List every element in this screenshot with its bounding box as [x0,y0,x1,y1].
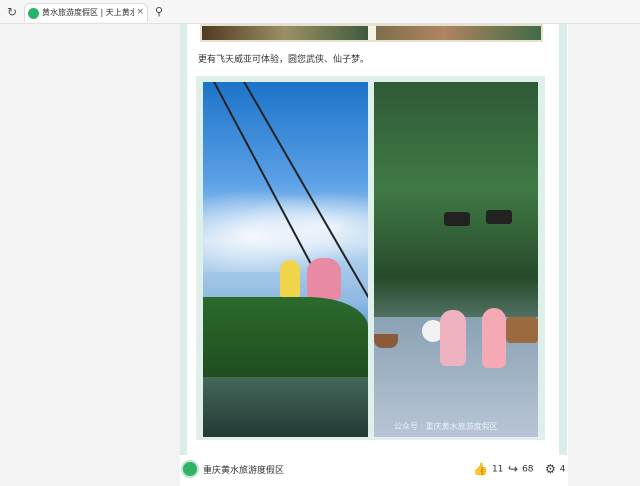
share-icon: ↪ [508,462,519,476]
like-button[interactable]: 👍 11 [473,462,503,476]
right-decoration [559,24,567,464]
site-favicon [28,8,39,19]
previous-image-strip [200,24,543,42]
search-icon[interactable]: ⚲ [155,6,167,18]
share-button[interactable]: ↪ 68 [508,462,534,476]
boat [374,334,398,348]
image-divider [368,26,376,40]
thumbs-up-icon: 👍 [473,462,488,476]
article-caption: 更有飞天威亚可体验，圆您武侠、仙子梦。 [198,55,370,65]
flying-performer [307,258,341,300]
wire-harness [444,212,470,226]
share-count: 68 [522,464,534,475]
like-count: 11 [491,464,504,475]
lake [203,377,368,437]
close-icon[interactable]: × [136,7,144,17]
photo-sky-flyers[interactable] [203,82,368,437]
settings-count: 4 [559,464,566,475]
browser-tab[interactable]: 黄水旅游度假区 | 天上黄水， × [24,3,148,22]
author-avatar[interactable] [181,460,199,478]
settings-button[interactable]: ⚙ 4 [545,462,566,476]
image-fragment-right [376,26,541,40]
image-watermark: 公众号 · 重庆黄水旅游度假区 [394,422,498,431]
gear-icon: ⚙ [545,462,556,476]
refresh-icon[interactable]: ↻ [5,5,19,19]
browser-toolbar: ↻ 黄水旅游度假区 | 天上黄水， × ⚲ [0,0,640,24]
left-decoration [180,24,187,464]
clouds [203,182,368,272]
flying-performer [280,260,300,298]
boat [506,317,538,343]
tab-title: 黄水旅游度假区 | 天上黄水， [42,8,134,17]
photo-water-dancers[interactable] [374,82,538,437]
image-fragment-left [202,26,368,40]
dancer [440,310,466,366]
wire-harness [486,210,512,224]
forested-hills [203,297,368,377]
author-name[interactable]: 重庆黄水旅游度假区 [203,463,284,476]
dancer [482,308,506,368]
